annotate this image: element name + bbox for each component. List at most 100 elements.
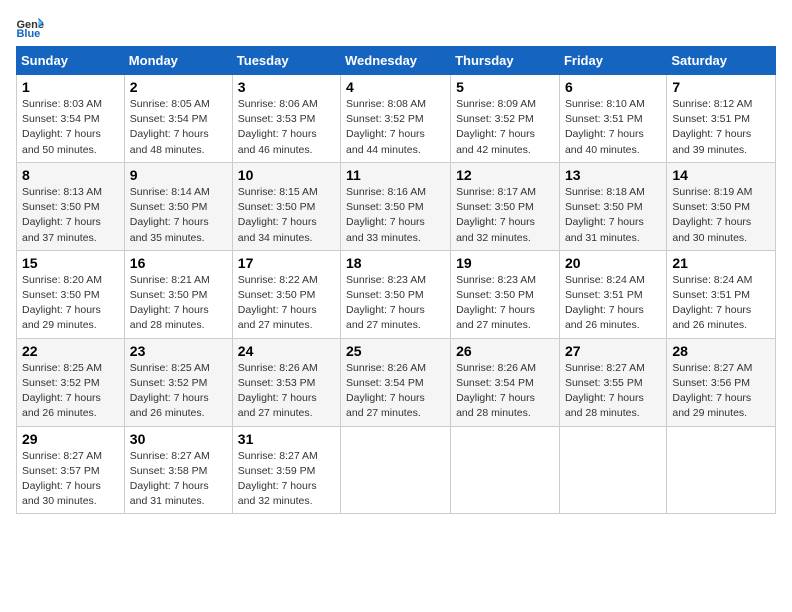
calendar-cell: 20 Sunrise: 8:24 AMSunset: 3:51 PMDayligh… [559, 250, 666, 338]
calendar-cell [451, 426, 560, 514]
day-number: 25 [346, 343, 445, 359]
day-number: 28 [672, 343, 770, 359]
calendar-cell: 10 Sunrise: 8:15 AMSunset: 3:50 PMDayligh… [232, 162, 340, 250]
calendar-cell: 1Sunrise: 8:03 AMSunset: 3:54 PMDaylight… [17, 75, 125, 163]
day-info: Sunrise: 8:19 AMSunset: 3:50 PMDaylight:… [672, 185, 770, 246]
day-number: 16 [130, 255, 227, 271]
day-info: Sunrise: 8:27 AMSunset: 3:59 PMDaylight:… [238, 449, 335, 510]
day-info: Sunrise: 8:26 AMSunset: 3:53 PMDaylight:… [238, 361, 335, 422]
header: General Blue [16, 16, 776, 38]
col-header-monday: Monday [124, 47, 232, 75]
calendar-cell: 3 Sunrise: 8:06 AMSunset: 3:53 PMDaylight… [232, 75, 340, 163]
day-number: 26 [456, 343, 554, 359]
calendar-cell: 26 Sunrise: 8:26 AMSunset: 3:54 PMDayligh… [451, 338, 560, 426]
day-number: 2 [130, 79, 227, 95]
calendar-cell: 11Sunrise: 8:16 AMSunset: 3:50 PMDayligh… [341, 162, 451, 250]
calendar-cell: 18 Sunrise: 8:23 AMSunset: 3:50 PMDayligh… [341, 250, 451, 338]
calendar-cell: 14 Sunrise: 8:19 AMSunset: 3:50 PMDayligh… [667, 162, 776, 250]
day-info: Sunrise: 8:18 AMSunset: 3:50 PMDaylight:… [565, 185, 661, 246]
day-info: Sunrise: 8:22 AMSunset: 3:50 PMDaylight:… [238, 273, 335, 334]
day-info: Sunrise: 8:10 AMSunset: 3:51 PMDaylight:… [565, 97, 661, 158]
day-number: 1 [22, 79, 119, 95]
logo-icon: General Blue [16, 16, 44, 38]
day-info: Sunrise: 8:12 AMSunset: 3:51 PMDaylight:… [672, 97, 770, 158]
calendar-cell: 7 Sunrise: 8:12 AMSunset: 3:51 PMDaylight… [667, 75, 776, 163]
calendar-cell: 19 Sunrise: 8:23 AMSunset: 3:50 PMDayligh… [451, 250, 560, 338]
day-number: 23 [130, 343, 227, 359]
day-number: 14 [672, 167, 770, 183]
calendar-cell: 2 Sunrise: 8:05 AMSunset: 3:54 PMDaylight… [124, 75, 232, 163]
calendar-cell: 4 Sunrise: 8:08 AMSunset: 3:52 PMDaylight… [341, 75, 451, 163]
day-number: 24 [238, 343, 335, 359]
logo: General Blue [16, 16, 44, 38]
day-number: 13 [565, 167, 661, 183]
day-info: Sunrise: 8:24 AMSunset: 3:51 PMDaylight:… [672, 273, 770, 334]
calendar-cell: 27Sunrise: 8:27 AMSunset: 3:55 PMDayligh… [559, 338, 666, 426]
calendar-cell: 21 Sunrise: 8:24 AMSunset: 3:51 PMDayligh… [667, 250, 776, 338]
day-info: Sunrise: 8:09 AMSunset: 3:52 PMDaylight:… [456, 97, 554, 158]
day-info: Sunrise: 8:08 AMSunset: 3:52 PMDaylight:… [346, 97, 445, 158]
col-header-sunday: Sunday [17, 47, 125, 75]
day-info: Sunrise: 8:21 AMSunset: 3:50 PMDaylight:… [130, 273, 227, 334]
col-header-tuesday: Tuesday [232, 47, 340, 75]
day-number: 6 [565, 79, 661, 95]
calendar-table: SundayMondayTuesdayWednesdayThursdayFrid… [16, 46, 776, 514]
day-info: Sunrise: 8:06 AMSunset: 3:53 PMDaylight:… [238, 97, 335, 158]
calendar-cell: 25 Sunrise: 8:26 AMSunset: 3:54 PMDayligh… [341, 338, 451, 426]
day-info: Sunrise: 8:27 AMSunset: 3:57 PMDaylight:… [22, 449, 119, 510]
calendar-cell: 29 Sunrise: 8:27 AMSunset: 3:57 PMDayligh… [17, 426, 125, 514]
day-number: 29 [22, 431, 119, 447]
calendar-cell: 31 Sunrise: 8:27 AMSunset: 3:59 PMDayligh… [232, 426, 340, 514]
day-number: 4 [346, 79, 445, 95]
calendar-cell: 5 Sunrise: 8:09 AMSunset: 3:52 PMDaylight… [451, 75, 560, 163]
day-info: Sunrise: 8:15 AMSunset: 3:50 PMDaylight:… [238, 185, 335, 246]
day-info: Sunrise: 8:20 AMSunset: 3:50 PMDaylight:… [22, 273, 119, 334]
day-number: 7 [672, 79, 770, 95]
day-number: 5 [456, 79, 554, 95]
col-header-thursday: Thursday [451, 47, 560, 75]
day-number: 9 [130, 167, 227, 183]
calendar-cell [559, 426, 666, 514]
day-info: Sunrise: 8:23 AMSunset: 3:50 PMDaylight:… [456, 273, 554, 334]
col-header-friday: Friday [559, 47, 666, 75]
day-info: Sunrise: 8:27 AMSunset: 3:58 PMDaylight:… [130, 449, 227, 510]
calendar-cell: 15 Sunrise: 8:20 AMSunset: 3:50 PMDayligh… [17, 250, 125, 338]
day-info: Sunrise: 8:26 AMSunset: 3:54 PMDaylight:… [346, 361, 445, 422]
svg-text:Blue: Blue [16, 28, 40, 38]
day-number: 30 [130, 431, 227, 447]
calendar-cell: 12 Sunrise: 8:17 AMSunset: 3:50 PMDayligh… [451, 162, 560, 250]
day-number: 12 [456, 167, 554, 183]
day-number: 10 [238, 167, 335, 183]
calendar-cell: 17 Sunrise: 8:22 AMSunset: 3:50 PMDayligh… [232, 250, 340, 338]
day-number: 22 [22, 343, 119, 359]
calendar-cell: 6 Sunrise: 8:10 AMSunset: 3:51 PMDaylight… [559, 75, 666, 163]
day-number: 19 [456, 255, 554, 271]
day-number: 11 [346, 167, 445, 183]
day-info: Sunrise: 8:24 AMSunset: 3:51 PMDaylight:… [565, 273, 661, 334]
day-info: Sunrise: 8:25 AMSunset: 3:52 PMDaylight:… [22, 361, 119, 422]
day-info: Sunrise: 8:05 AMSunset: 3:54 PMDaylight:… [130, 97, 227, 158]
day-number: 3 [238, 79, 335, 95]
day-number: 31 [238, 431, 335, 447]
day-number: 18 [346, 255, 445, 271]
calendar-cell: 16 Sunrise: 8:21 AMSunset: 3:50 PMDayligh… [124, 250, 232, 338]
day-number: 15 [22, 255, 119, 271]
day-info: Sunrise: 8:23 AMSunset: 3:50 PMDaylight:… [346, 273, 445, 334]
day-info: Sunrise: 8:27 AMSunset: 3:55 PMDaylight:… [565, 361, 661, 422]
day-info: Sunrise: 8:25 AMSunset: 3:52 PMDaylight:… [130, 361, 227, 422]
col-header-wednesday: Wednesday [341, 47, 451, 75]
calendar-cell: 28Sunrise: 8:27 AMSunset: 3:56 PMDayligh… [667, 338, 776, 426]
day-number: 8 [22, 167, 119, 183]
calendar-cell [341, 426, 451, 514]
calendar-cell: 13 Sunrise: 8:18 AMSunset: 3:50 PMDayligh… [559, 162, 666, 250]
day-number: 20 [565, 255, 661, 271]
calendar-cell: 22 Sunrise: 8:25 AMSunset: 3:52 PMDayligh… [17, 338, 125, 426]
day-info: Sunrise: 8:26 AMSunset: 3:54 PMDaylight:… [456, 361, 554, 422]
day-info: Sunrise: 8:17 AMSunset: 3:50 PMDaylight:… [456, 185, 554, 246]
calendar-cell [667, 426, 776, 514]
day-info: Sunrise: 8:13 AMSunset: 3:50 PMDaylight:… [22, 185, 119, 246]
day-number: 21 [672, 255, 770, 271]
calendar-cell: 9Sunrise: 8:14 AMSunset: 3:50 PMDaylight… [124, 162, 232, 250]
col-header-saturday: Saturday [667, 47, 776, 75]
day-number: 17 [238, 255, 335, 271]
